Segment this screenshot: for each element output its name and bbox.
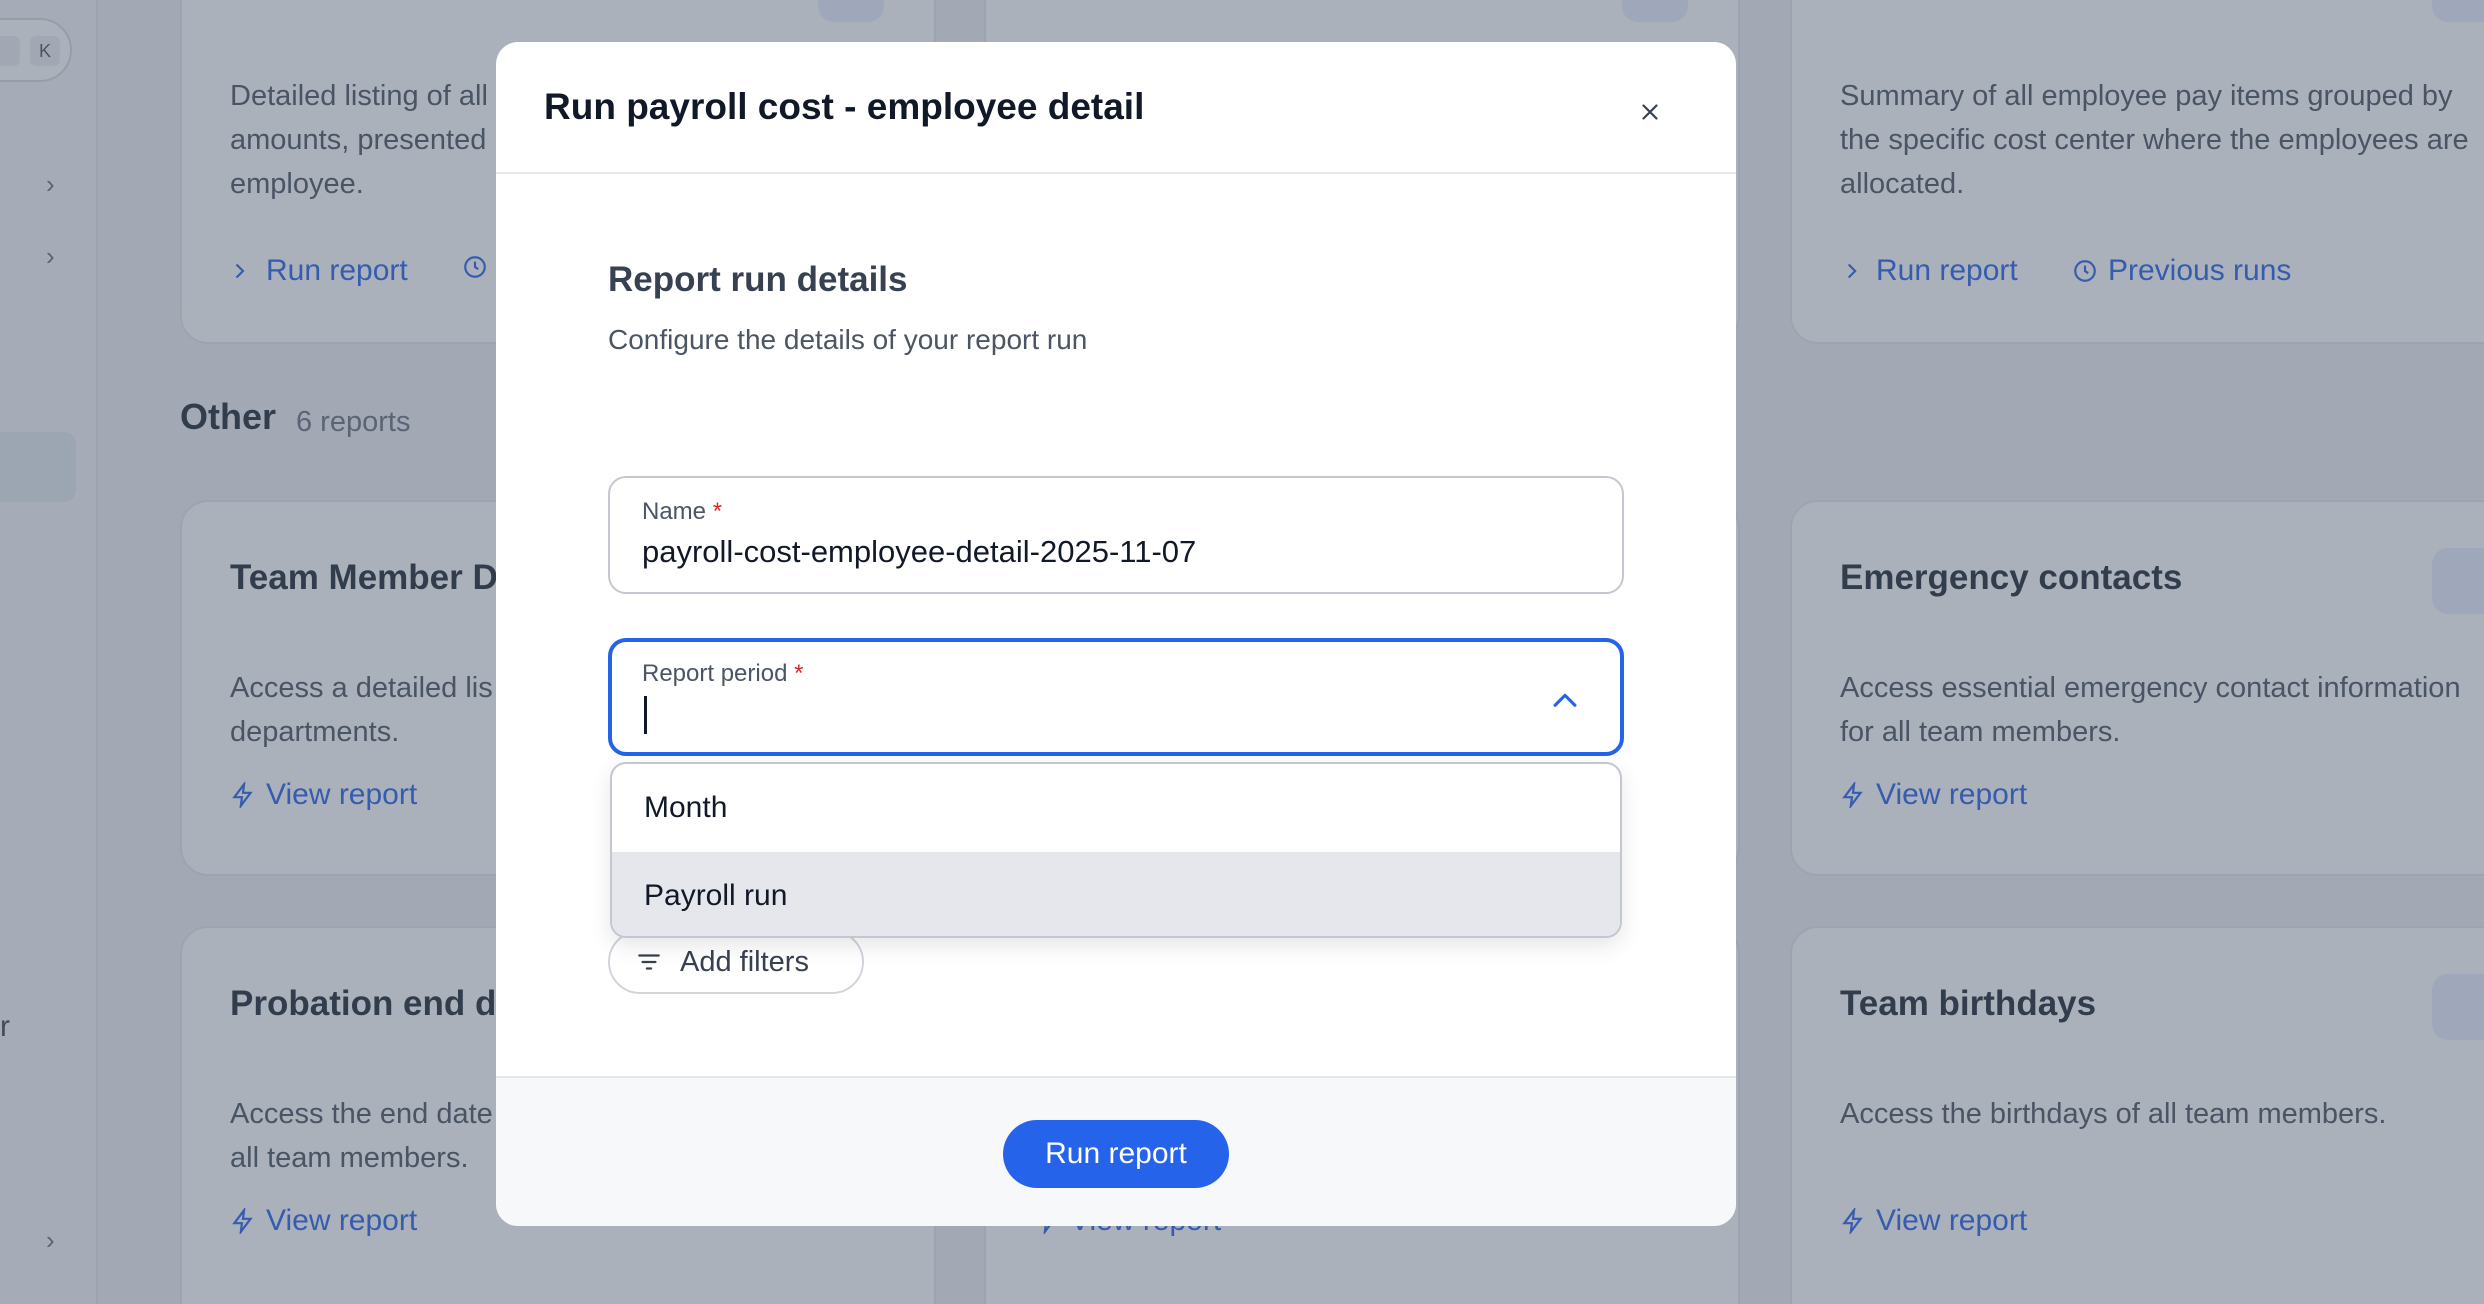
dialog-footer: Run report: [496, 1076, 1736, 1226]
required-marker: *: [794, 660, 804, 687]
dialog-header: Run payroll cost - employee detail: [496, 42, 1736, 174]
required-marker: *: [712, 498, 723, 525]
section-heading: Report run details: [608, 260, 908, 299]
run-report-button[interactable]: Run report: [1003, 1120, 1229, 1188]
text-cursor: [644, 696, 647, 734]
dialog-title: Run payroll cost - employee detail: [544, 86, 1145, 127]
option-month[interactable]: Month: [612, 764, 1620, 852]
name-field-label: Name *: [642, 498, 723, 525]
run-report-dialog: Run payroll cost - employee detail Repor…: [496, 42, 1736, 1226]
report-period-field[interactable]: Report period *: [608, 638, 1624, 756]
chevron-up-icon[interactable]: [1548, 684, 1582, 718]
name-field[interactable]: Name * payroll-cost-employee-detail-2025…: [608, 476, 1624, 594]
report-period-dropdown: Month Payroll run: [610, 762, 1622, 938]
option-payroll-run[interactable]: Payroll run: [612, 852, 1620, 936]
section-subtitle: Configure the details of your report run: [608, 324, 1088, 355]
filter-icon: [638, 954, 660, 970]
report-period-label: Report period *: [642, 660, 804, 687]
name-input[interactable]: payroll-cost-employee-detail-2025-11-07: [642, 534, 1582, 570]
close-icon: [1642, 104, 1658, 120]
close-button[interactable]: [1630, 92, 1670, 132]
add-filters-button[interactable]: Add filters: [608, 930, 864, 994]
